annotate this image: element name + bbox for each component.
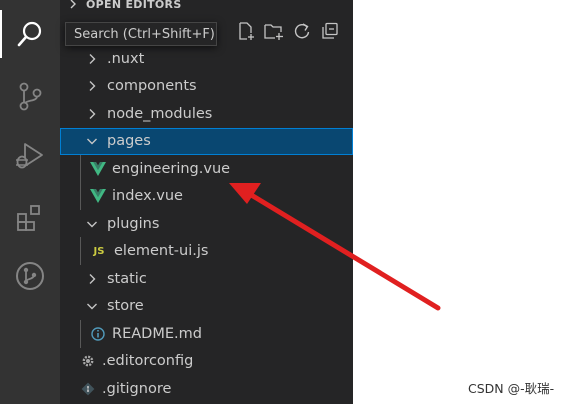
watermark: CSDN @-耿瑞- xyxy=(468,381,555,396)
annotation-arrow xyxy=(229,183,441,311)
